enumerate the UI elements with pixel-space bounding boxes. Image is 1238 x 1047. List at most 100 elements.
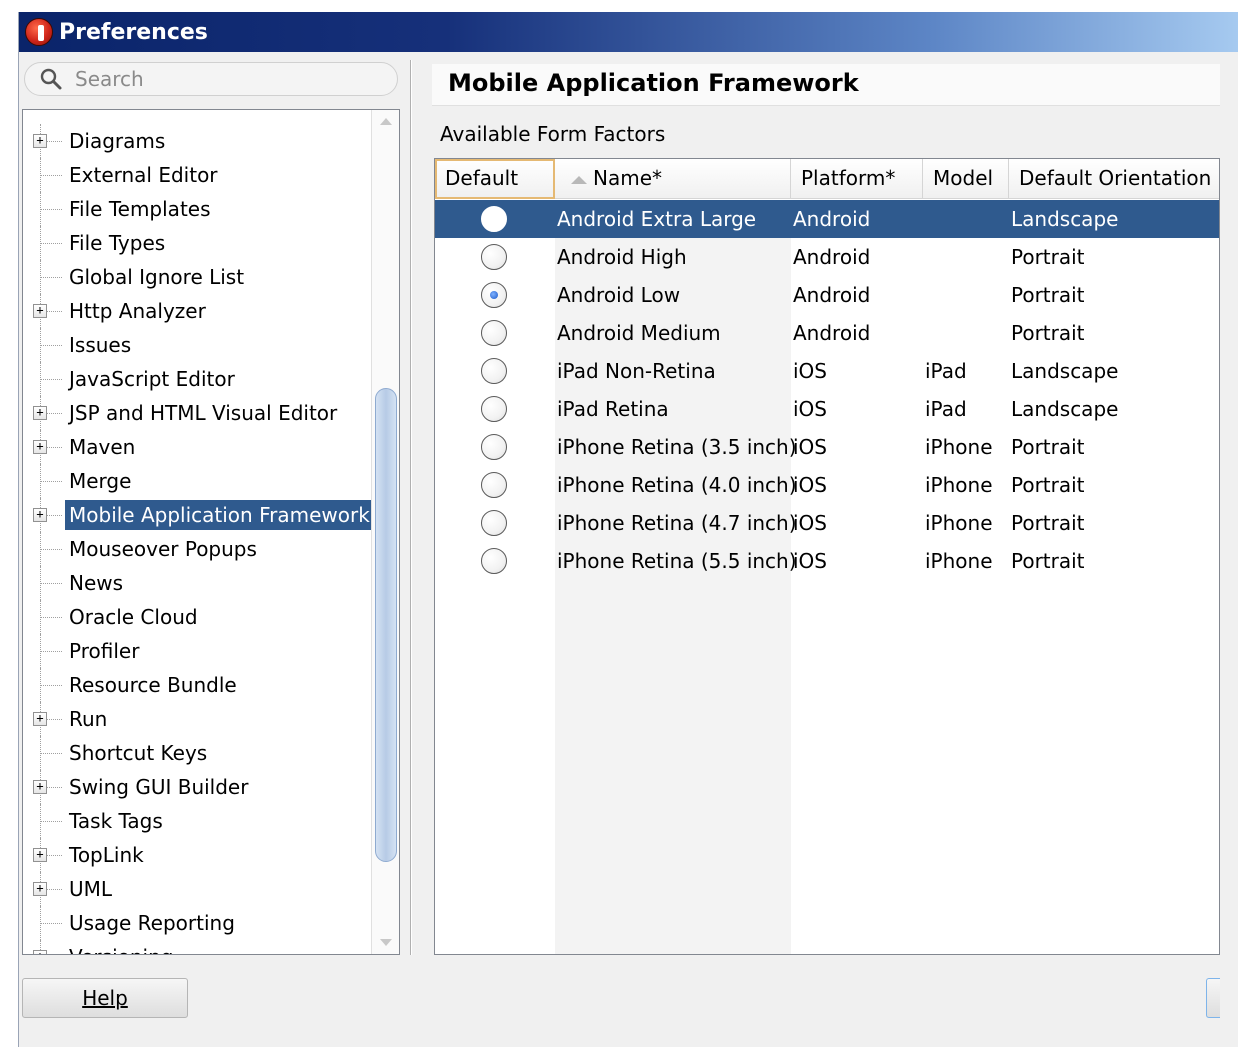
section-label: Available Form Factors: [440, 122, 666, 146]
tree-item[interactable]: + Http Analyzer: [23, 294, 371, 328]
tree-item-label: Versioning: [65, 942, 177, 954]
tree-item-label: Profiler: [69, 639, 140, 663]
tree-connector-line: [40, 379, 62, 380]
table-row[interactable]: iPhone Retina (3.5 inch) iOS iPhone Portrai…: [435, 428, 1219, 466]
tree-item-label: Run: [69, 707, 108, 731]
page-title: Mobile Application Framework: [432, 64, 1220, 106]
scroll-down-arrow-icon[interactable]: [380, 939, 392, 946]
cell-platform: Android: [793, 207, 871, 231]
expand-plus-icon[interactable]: +: [33, 882, 47, 896]
tree-item[interactable]: File Templates: [23, 192, 371, 226]
tree-item[interactable]: + Run: [23, 702, 371, 736]
tree-item[interactable]: + JSP and HTML Visual Editor: [23, 396, 371, 430]
tree-item[interactable]: Merge: [23, 464, 371, 498]
tree-connector-line: [40, 923, 62, 924]
table-row[interactable]: iPad Retina iOS iPad Landscape: [435, 390, 1219, 428]
tree-item[interactable]: Mouseover Popups: [23, 532, 371, 566]
default-radio-button[interactable]: [481, 472, 507, 498]
default-radio-button[interactable]: [481, 320, 507, 346]
expand-plus-icon[interactable]: +: [33, 780, 47, 794]
default-radio-button[interactable]: [481, 396, 507, 422]
sort-ascending-icon: [571, 175, 587, 184]
tree-item[interactable]: External Editor: [23, 158, 371, 192]
tree-item[interactable]: + Versioning: [23, 940, 371, 954]
cell-orientation: Portrait: [1011, 245, 1085, 269]
tree-item[interactable]: Resource Bundle: [23, 668, 371, 702]
ok-button[interactable]: [1206, 978, 1220, 1018]
tree-connector-line: [40, 345, 62, 346]
cell-orientation: Portrait: [1011, 435, 1085, 459]
tree-item[interactable]: Global Ignore List: [23, 260, 371, 294]
default-radio-button[interactable]: [481, 358, 507, 384]
table-row[interactable]: iPhone Retina (4.7 inch) iOS iPhone Portrai…: [435, 504, 1219, 542]
default-radio-button[interactable]: [481, 548, 507, 574]
tree-item[interactable]: File Types: [23, 226, 371, 260]
tree-item-label: News: [69, 571, 124, 595]
tree-item[interactable]: Profiler: [23, 634, 371, 668]
column-header-name[interactable]: Name*: [555, 159, 791, 199]
column-header-default[interactable]: Default: [435, 159, 555, 199]
table-row[interactable]: Android Low Android Portrait: [435, 276, 1219, 314]
expand-plus-icon[interactable]: +: [33, 950, 47, 954]
title-bar[interactable]: Preferences: [19, 12, 1238, 52]
scroll-thumb[interactable]: [375, 388, 397, 862]
tree-scrollbar[interactable]: [371, 110, 399, 954]
cell-orientation: Portrait: [1011, 321, 1085, 345]
search-icon: [40, 68, 62, 90]
tree-connector-line: [40, 617, 62, 618]
tree-item[interactable]: Oracle Cloud: [23, 600, 371, 634]
expand-plus-icon[interactable]: +: [33, 848, 47, 862]
expand-plus-icon[interactable]: +: [33, 304, 47, 318]
default-radio-button[interactable]: [481, 282, 507, 308]
column-header-platform[interactable]: Platform*: [791, 159, 923, 199]
help-button[interactable]: Help: [22, 978, 188, 1018]
tree-item-label: Http Analyzer: [69, 299, 206, 323]
tree-item[interactable]: JavaScript Editor: [23, 362, 371, 396]
preferences-tree[interactable]: + Diagrams External Editor File Templates Fi…: [22, 109, 400, 955]
table-row[interactable]: Android High Android Portrait: [435, 238, 1219, 276]
tree-item-label: Shortcut Keys: [69, 741, 208, 765]
scroll-up-arrow-icon[interactable]: [380, 118, 392, 125]
column-header-model[interactable]: Model: [923, 159, 1009, 199]
cell-model: iPhone: [925, 511, 993, 535]
tree-item[interactable]: + TopLink: [23, 838, 371, 872]
tree-item[interactable]: + Mobile Application Framework: [23, 498, 374, 532]
tree-item[interactable]: + Diagrams: [23, 124, 371, 158]
table-row[interactable]: iPhone Retina (4.0 inch) iOS iPhone Portrai…: [435, 466, 1219, 504]
tree-item-label: File Types: [69, 231, 166, 255]
tree-item[interactable]: + UML: [23, 872, 371, 906]
expand-plus-icon[interactable]: +: [33, 712, 47, 726]
expand-plus-icon[interactable]: +: [33, 508, 47, 522]
search-input[interactable]: [73, 66, 373, 92]
cell-platform: iOS: [793, 549, 827, 573]
default-radio-button[interactable]: [481, 206, 507, 232]
tree-item[interactable]: + Swing GUI Builder: [23, 770, 371, 804]
tree-item[interactable]: Issues: [23, 328, 371, 362]
tree-item[interactable]: News: [23, 566, 371, 600]
table-row[interactable]: iPhone Retina (5.5 inch) iOS iPhone Portrai…: [435, 542, 1219, 580]
expand-plus-icon[interactable]: +: [33, 134, 47, 148]
column-header-default-orientation[interactable]: Default Orientation: [1009, 159, 1219, 199]
cell-orientation: Portrait: [1011, 283, 1085, 307]
table-row[interactable]: Android Extra Large Android Landscape: [435, 200, 1219, 238]
split-pane-divider[interactable]: [410, 60, 412, 955]
default-radio-button[interactable]: [481, 510, 507, 536]
default-radio-button[interactable]: [481, 434, 507, 460]
default-radio-button[interactable]: [481, 244, 507, 270]
expand-plus-icon[interactable]: +: [33, 440, 47, 454]
tree-connector-line: [40, 209, 62, 210]
table-row[interactable]: iPad Non-Retina iOS iPad Landscape: [435, 352, 1219, 390]
tree-item[interactable]: Shortcut Keys: [23, 736, 371, 770]
cell-platform: Android: [793, 321, 871, 345]
expand-plus-icon[interactable]: +: [33, 406, 47, 420]
search-box[interactable]: [24, 62, 398, 96]
tree-item[interactable]: + Maven: [23, 430, 371, 464]
table-row[interactable]: Android Medium Android Portrait: [435, 314, 1219, 352]
window-title: Preferences: [59, 19, 208, 45]
tree-item-label: Mouseover Popups: [69, 537, 257, 561]
tree-item[interactable]: Usage Reporting: [23, 906, 371, 940]
form-factors-table[interactable]: Default Name* Platform* Model Default Or…: [434, 158, 1220, 955]
cell-model: iPad: [925, 359, 967, 383]
tree-item[interactable]: Task Tags: [23, 804, 371, 838]
tree-item-label: Diagrams: [69, 129, 166, 153]
